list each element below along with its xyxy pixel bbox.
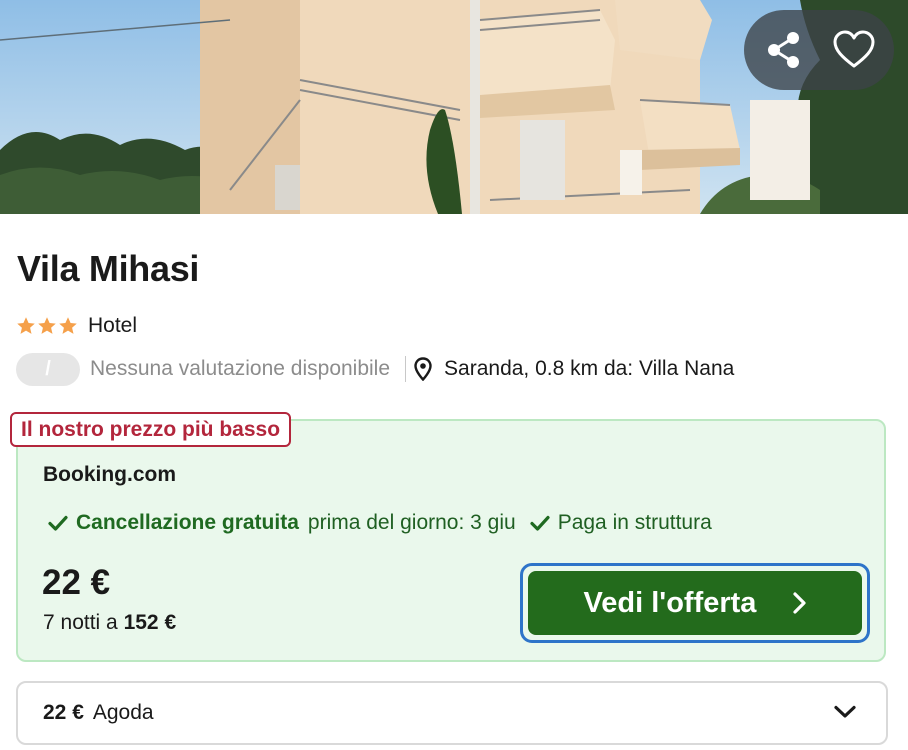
nights-label: 7 notti a [43,611,118,634]
star-icon [17,317,35,334]
nightly-price: 22 € [42,563,111,602]
favorite-button[interactable] [828,24,880,76]
hotel-class-row: Hotel [16,314,137,338]
share-icon [768,32,799,68]
hotel-name: Vila Mihasi [17,248,200,289]
view-deal-button[interactable]: Vedi l'offerta [520,563,870,643]
pay-at-property-label: Paga in struttura [557,511,712,534]
rating-location-row: / Nessuna valutazione disponibile Sarand… [16,352,734,386]
divider [405,356,407,382]
star-icon [59,317,77,334]
rating-text: Nessuna valutazione disponibile [90,357,391,380]
chevron-down-icon[interactable] [834,705,856,719]
star-rating [16,316,78,336]
free-cancellation-label: Cancellazione gratuita [76,511,299,534]
star-icon [38,317,56,334]
heart-icon [833,30,875,68]
location-text[interactable]: Saranda, 0.8 km da: Villa Nana [444,357,734,381]
check-icon [48,515,68,531]
view-deal-button-inner[interactable]: Vedi l'offerta [528,571,862,635]
view-deal-label: Vedi l'offerta [583,586,757,619]
deal-provider: Booking.com [43,463,177,486]
share-button[interactable] [758,24,810,76]
chevron-right-icon [792,592,807,614]
alternative-provider: Agoda [92,701,154,724]
free-cancellation-detail: prima del giorno: 3 giu [307,511,516,534]
deal-features: Cancellazione gratuita prima del giorno:… [48,511,712,535]
accommodation-type: Hotel [88,314,138,337]
lowest-price-tag: Il nostro prezzo più basso [10,412,292,447]
alternative-offer-row[interactable]: 22 € Agoda [16,681,888,745]
total-price-line: 7 notti a 152 € [43,611,176,635]
hotel-photo[interactable] [0,0,908,214]
rating-badge: / [16,352,80,386]
location-pin-icon [414,357,432,381]
photo-actions [744,10,894,90]
alternative-price: 22 € [43,701,84,724]
total-price: 152 € [123,611,177,634]
check-icon [530,515,550,531]
